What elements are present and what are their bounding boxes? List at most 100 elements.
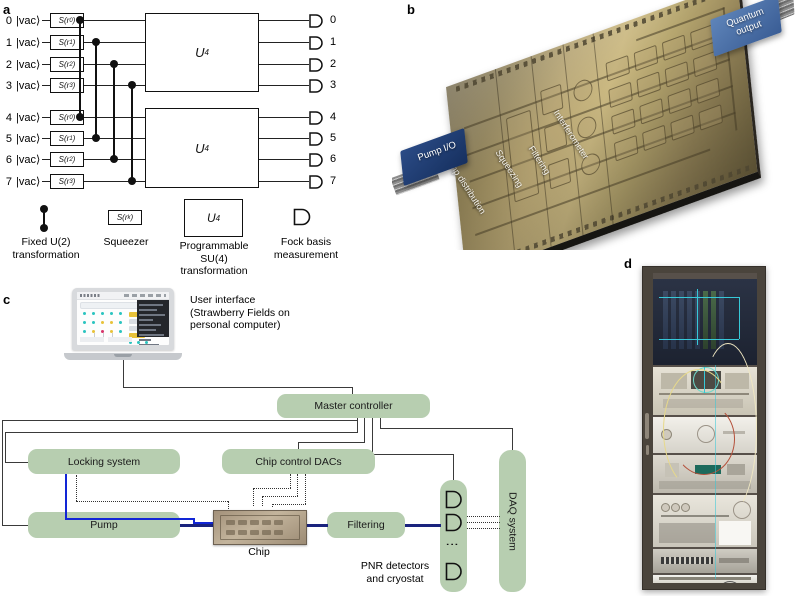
dac-dotted-drop-2 bbox=[262, 496, 263, 506]
squeezer-paren-1: ) bbox=[72, 38, 76, 47]
wire-segment-0-a bbox=[42, 20, 50, 22]
legend-u2-dot-bottom bbox=[40, 224, 48, 232]
unitary-sub-top: 4 bbox=[204, 48, 209, 57]
app-top-bar bbox=[77, 292, 169, 300]
legend-fock-detector-symbol bbox=[293, 208, 312, 226]
panel-c-letter: c bbox=[3, 292, 11, 307]
user-interface-laptop bbox=[64, 288, 182, 360]
locking-dotted-h bbox=[76, 501, 228, 502]
ui-caption-line2: (Strawberry Fields on bbox=[190, 306, 290, 319]
chip-thumb-cell bbox=[262, 520, 271, 525]
app-menu-items bbox=[124, 293, 166, 297]
legend-fock-line2: measurement bbox=[273, 248, 339, 261]
app-logo bbox=[80, 293, 100, 297]
block-locking-system[interactable]: Locking system bbox=[28, 449, 180, 474]
block-pump[interactable]: Pump bbox=[28, 512, 180, 538]
u2-coupler-dot-0 bbox=[76, 16, 84, 24]
app-footer-buttons bbox=[80, 337, 135, 342]
chip-thumb-cell bbox=[238, 530, 247, 535]
optical-path-filtering-to-detectors bbox=[405, 524, 441, 527]
user-interface-caption: User interface (Strawberry Fields on per… bbox=[190, 294, 340, 332]
dac-dotted-h-1 bbox=[253, 488, 291, 489]
cyan-overlay-line bbox=[697, 289, 699, 345]
u2-coupler-dot-6 bbox=[110, 155, 118, 163]
output-wire-4 bbox=[259, 117, 309, 119]
locking-feedback-v1 bbox=[65, 474, 68, 520]
u2-coupler-line-0-4 bbox=[79, 20, 82, 117]
u2-coupler-dot-2 bbox=[110, 60, 118, 68]
circuit-node bbox=[92, 321, 96, 325]
daq-system-label: DAQ system bbox=[506, 491, 519, 551]
dac-dotted-h-2 bbox=[262, 496, 298, 497]
mc-out-2-v bbox=[364, 418, 366, 442]
unitary-label-bottom: U bbox=[195, 140, 205, 156]
dac-dotted-v-2 bbox=[297, 474, 298, 496]
circuit-node bbox=[119, 321, 123, 325]
optical-path-chip-to-filtering bbox=[305, 524, 328, 527]
detector-index-1: 1 bbox=[330, 36, 337, 48]
squeezer-6: S(r 2) bbox=[50, 152, 84, 167]
cyan-overlay-line bbox=[739, 297, 741, 339]
wire-input-state-4: |vac⟩ bbox=[16, 112, 41, 124]
wire-segment-2-a bbox=[42, 64, 50, 66]
unitary-label-top: U bbox=[195, 45, 205, 60]
wire-index-5: 5 bbox=[5, 133, 12, 145]
output-wire-1 bbox=[259, 42, 309, 44]
equipment-rack-cabinet bbox=[642, 266, 766, 590]
circuit-node bbox=[101, 312, 105, 316]
circuit-node bbox=[119, 312, 123, 316]
mc-out-4-into-daq bbox=[512, 428, 514, 450]
squeezer-label-0: S(r bbox=[58, 16, 70, 25]
cable-rail bbox=[659, 577, 751, 580]
block-filtering[interactable]: Filtering bbox=[327, 512, 405, 538]
loose-cable bbox=[717, 581, 743, 583]
panel-d-rack-photograph: d bbox=[600, 250, 800, 596]
wire-index-6: 6 bbox=[5, 154, 12, 166]
legend-fixed-u2-line2: transformation bbox=[12, 248, 80, 261]
chip-thumb-inner bbox=[220, 515, 300, 540]
pnr-caption-line2: and cryostat bbox=[366, 572, 424, 585]
wire-segment-7-b bbox=[84, 181, 146, 183]
squeezer-paren-6: ) bbox=[72, 155, 76, 164]
cyan-overlay-line bbox=[659, 339, 739, 341]
chip-thumb-cell bbox=[226, 520, 235, 525]
wire-segment-6-a bbox=[42, 159, 50, 161]
fock-detector-6 bbox=[309, 153, 324, 167]
ui-caption-line3: personal computer) bbox=[190, 319, 281, 331]
u2-coupler-line-1-5 bbox=[95, 42, 98, 138]
rack-glass-door-interior bbox=[653, 273, 757, 583]
block-chip-control-dacs[interactable]: Chip control DACs bbox=[222, 449, 375, 474]
dac-dotted-drop-1 bbox=[253, 488, 254, 506]
chip-thumb-cell bbox=[262, 530, 271, 535]
switch-ports bbox=[661, 557, 713, 564]
legend-fock-measurement: Fock basis measurement bbox=[264, 236, 348, 261]
output-wire-0 bbox=[259, 20, 309, 22]
link-laptop-across bbox=[123, 387, 353, 389]
panel-b-chip-photograph: b Pump distribution Squeezing Filtering … bbox=[392, 0, 800, 250]
wire-segment-0-b bbox=[84, 20, 146, 22]
wire-index-4: 4 bbox=[5, 112, 12, 124]
u2-coupler-dot-3 bbox=[128, 81, 136, 89]
locking-feedback-h1 bbox=[65, 518, 195, 521]
wire-index-3: 3 bbox=[5, 80, 12, 92]
squeezer-label-3: S(r bbox=[58, 81, 70, 90]
fock-detector-1 bbox=[309, 36, 324, 50]
locking-feedback-h2 bbox=[193, 522, 215, 525]
mc-out-4-h bbox=[380, 428, 513, 430]
circuit-node bbox=[119, 330, 123, 334]
detector-index-2: 2 bbox=[330, 58, 337, 70]
patch-knob bbox=[661, 503, 670, 512]
block-master-controller[interactable]: Master controller bbox=[277, 394, 430, 418]
pnr-caption: PNR detectors and cryostat bbox=[352, 560, 438, 585]
panel-c-system-schematic: c User interface (Strawberry Fields on p… bbox=[0, 272, 560, 596]
circuit-node bbox=[83, 330, 87, 334]
chip-thumb-cell bbox=[250, 530, 259, 535]
wire-segment-3-a bbox=[42, 85, 50, 87]
dac-dotted-v-1 bbox=[290, 474, 291, 488]
legend-su4-line1: Programmable bbox=[179, 240, 249, 252]
legend-unitary-label: U bbox=[206, 211, 216, 225]
block-daq-system[interactable]: DAQ system bbox=[499, 450, 526, 592]
patch-knob bbox=[681, 503, 690, 512]
pnr-detector-icon-n bbox=[445, 562, 462, 581]
wire-input-state-6: |vac⟩ bbox=[16, 154, 41, 166]
